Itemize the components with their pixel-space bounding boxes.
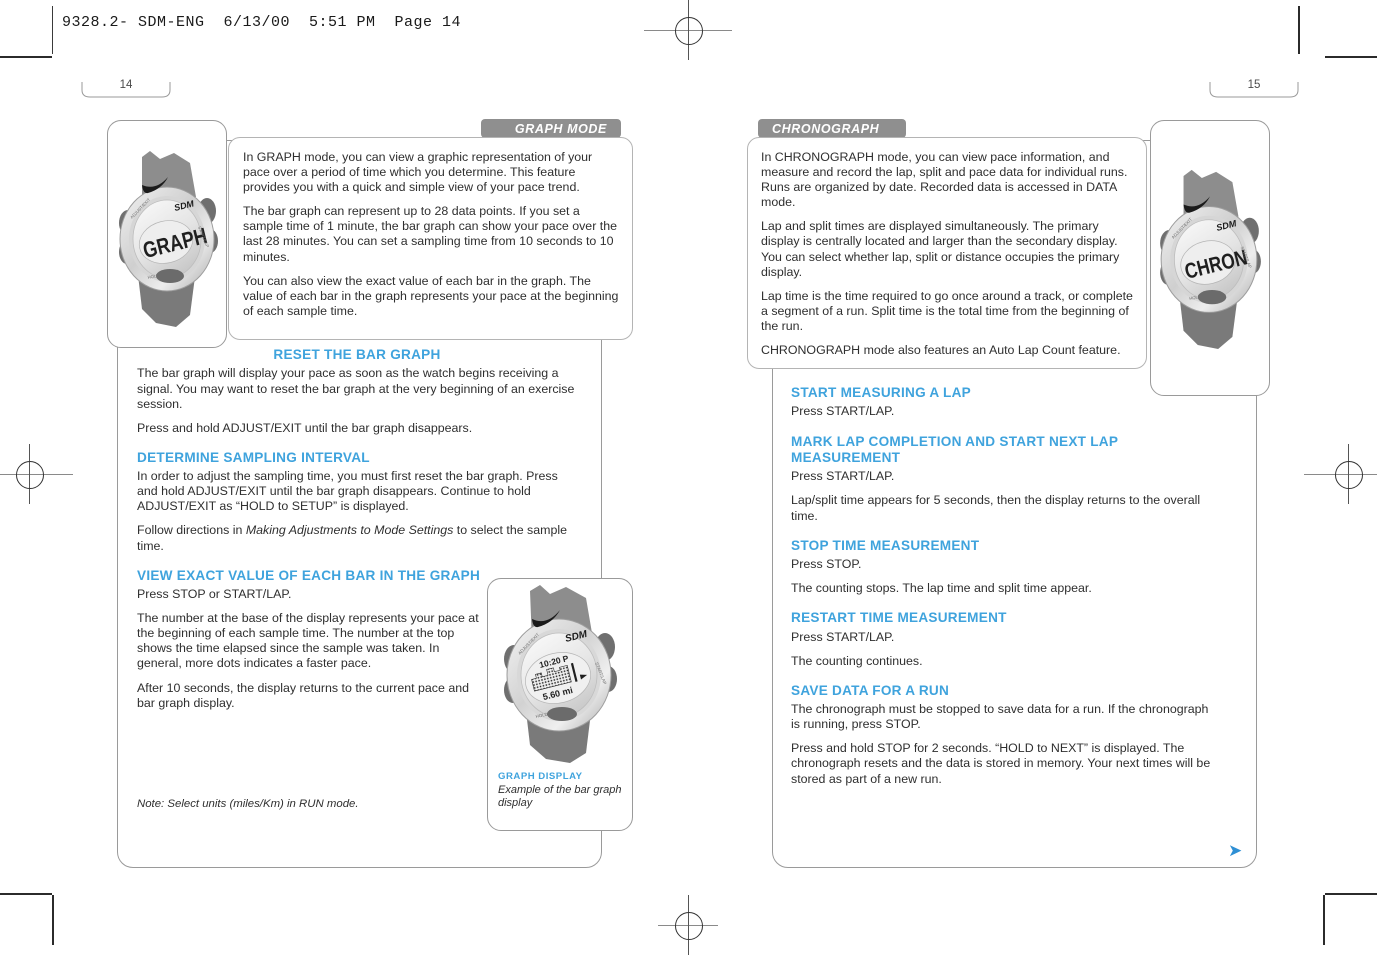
graph-display-caption-text: Example of the bar graph display	[498, 784, 622, 810]
left-intro-paragraph-3: You can also view the exact value of eac…	[243, 273, 619, 318]
section-view-exact-value-paragraph-2: The number at the base of the display re…	[137, 611, 479, 671]
graph-display-caption: GRAPH DISPLAY Example of the bar graph d…	[498, 771, 624, 810]
graph-display-figure-card: SDM 10:20 P 5.60 mi ADJUST/EXIT START/LA…	[487, 578, 633, 831]
section-stop-time-measurement-paragraph-1: Press STOP.	[791, 557, 862, 571]
left-intro-card: In GRAPH mode, you can view a graphic re…	[228, 137, 633, 340]
section-mark-lap-completion-heading: MARK LAP COMPLETION AND START NEXT LAP M…	[791, 433, 1118, 465]
section-mark-lap-completion-paragraph-1: Press START/LAP.	[791, 469, 895, 484]
page-tab-right: 15	[1208, 79, 1300, 100]
section-determine-sampling-interval-paragraph-1: In order to adjust the sampling time, yo…	[137, 469, 558, 514]
section-mark-lap-completion-paragraph-2: Lap/split time appears for 5 seconds, th…	[791, 493, 1201, 523]
section-save-data-for-run-paragraph-2: Press and hold STOP for 2 seconds. “HOLD…	[791, 741, 1211, 786]
mode-banner-left: GRAPH MODE	[481, 119, 621, 138]
section-stop-time-measurement-heading: STOP TIME MEASUREMENT	[791, 537, 980, 553]
section-reset-bar-graph-paragraph-1: The bar graph will display your pace as …	[137, 366, 575, 411]
section-reset-bar-graph-heading: RESET THE BAR GRAPH	[273, 347, 441, 362]
right-watch-card: SDM CHRON ADJUST/EXIT START/LAP HOLD to …	[1150, 120, 1270, 396]
trim-mark-bottom-right-v	[1323, 895, 1325, 945]
trim-mark-bottom-left	[0, 893, 52, 895]
page-number-right: 15	[1247, 79, 1261, 91]
left-page-note: Note: Select units (miles/Km) in RUN mod…	[137, 798, 359, 810]
section-determine-sampling-interval-heading: DETERMINE SAMPLING INTERVAL	[137, 449, 370, 465]
registration-mark-bottom	[658, 895, 718, 955]
continue-arrow-icon: ➤	[1228, 841, 1243, 860]
mode-banner-right-label: CHRONOGRAPH	[772, 121, 880, 136]
registration-mark-top	[644, 0, 732, 60]
page-number-left: 14	[119, 79, 133, 91]
section-view-exact-value: VIEW EXACT VALUE OF EACH BAR IN THE GRAP…	[137, 568, 487, 711]
graph-display-caption-title: GRAPH DISPLAY	[498, 771, 583, 782]
section-stop-time-measurement-paragraph-2: The counting stops. The lap time and spl…	[791, 581, 1092, 596]
slug-rule	[52, 6, 53, 54]
section-save-data-for-run-paragraph-1: The chronograph must be stopped to save …	[791, 702, 1209, 732]
section-stop-time-measurement: STOP TIME MEASUREMENT Press STOP. The co…	[791, 538, 1219, 597]
registration-mark-left	[0, 444, 73, 504]
section-mark-lap-completion: MARK LAP COMPLETION AND START NEXT LAP M…	[791, 434, 1219, 524]
left-watch-card: SDM GRAPH ADJUST/EXIT START/LAP HOLD to …	[107, 120, 227, 348]
section-restart-time-measurement: RESTART TIME MEASUREMENT Press START/LAP…	[791, 610, 1219, 669]
section-view-exact-value-paragraph-3: After 10 seconds, the display returns to…	[137, 680, 469, 710]
section-save-data-for-run: SAVE DATA FOR A RUN The chronograph must…	[791, 683, 1219, 787]
right-intro-paragraph-3: Lap time is the time required to go once…	[761, 288, 1133, 333]
section-start-measuring-lap-heading: START MEASURING A LAP	[791, 385, 971, 400]
mode-banner-left-label: GRAPH MODE	[514, 121, 607, 136]
registration-mark-right	[1304, 444, 1377, 504]
left-intro-paragraph-1: In GRAPH mode, you can view a graphic re…	[243, 150, 593, 195]
right-intro-paragraph-1: In CHRONOGRAPH mode, you can view pace i…	[761, 150, 1128, 210]
section-reset-bar-graph: RESET THE BAR GRAPH The bar graph will d…	[137, 347, 577, 436]
section-reset-bar-graph-paragraph-2: Press and hold ADJUST/EXIT until the bar…	[137, 420, 473, 435]
mode-banner-right: CHRONOGRAPH	[758, 119, 906, 138]
page-tab-left: 14	[80, 79, 172, 100]
trim-mark-bottom-right	[1325, 893, 1377, 895]
page-spread: 9328.2- SDM-ENG 6/13/00 5:51 PM Page 14 …	[0, 0, 1377, 955]
section-save-data-for-run-heading: SAVE DATA FOR A RUN	[791, 682, 950, 698]
section-view-exact-value-heading: VIEW EXACT VALUE OF EACH BAR IN THE GRAP…	[137, 567, 481, 583]
section-determine-sampling-interval: DETERMINE SAMPLING INTERVAL In order to …	[137, 450, 577, 554]
section-restart-time-measurement-heading: RESTART TIME MEASUREMENT	[791, 610, 1007, 626]
right-intro-paragraph-2: Lap and split times are displayed simult…	[761, 219, 1120, 279]
italic-para-before: Follow directions in	[137, 523, 246, 538]
right-intro-card: In CHRONOGRAPH mode, you can view pace i…	[747, 137, 1147, 369]
section-restart-time-measurement-paragraph-2: The counting continues.	[791, 653, 923, 668]
prepress-slug: 9328.2- SDM-ENG 6/13/00 5:51 PM Page 14	[62, 14, 462, 31]
italic-para-title: Making Adjustments to Mode Settings	[245, 523, 454, 538]
watch-illustration-graph: SDM GRAPH ADJUST/EXIT START/LAP HOLD to …	[112, 149, 224, 334]
watch-illustration-chrono: SDM CHRON ADJUST/EXIT START/LAP HOLD to …	[1153, 167, 1267, 357]
section-restart-time-measurement-paragraph-1: Press START/LAP.	[791, 629, 895, 644]
section-determine-sampling-interval-paragraph-2: Follow directions in Making Adjustments …	[137, 523, 577, 553]
section-view-exact-value-paragraph-1: Press STOP or START/LAP.	[137, 587, 292, 602]
right-intro-paragraph-4: CHRONOGRAPH mode also features an Auto L…	[761, 343, 1121, 358]
trim-mark-top-left	[0, 56, 52, 58]
watch-illustration-graph-display: SDM 10:20 P 5.60 mi ADJUST/EXIT START/LA…	[496, 585, 628, 763]
section-start-measuring-lap-paragraph-1: Press START/LAP.	[791, 404, 895, 419]
trim-mark-top-right-h	[1325, 56, 1377, 58]
right-sections: START MEASURING A LAP Press START/LAP. M…	[791, 385, 1219, 787]
section-start-measuring-lap: START MEASURING A LAP Press START/LAP.	[791, 385, 1219, 420]
trim-mark-top-right-v	[1298, 6, 1300, 54]
left-intro-paragraph-2: The bar graph can represent up to 28 dat…	[243, 204, 617, 264]
trim-mark-bottom-left-v	[52, 895, 54, 945]
